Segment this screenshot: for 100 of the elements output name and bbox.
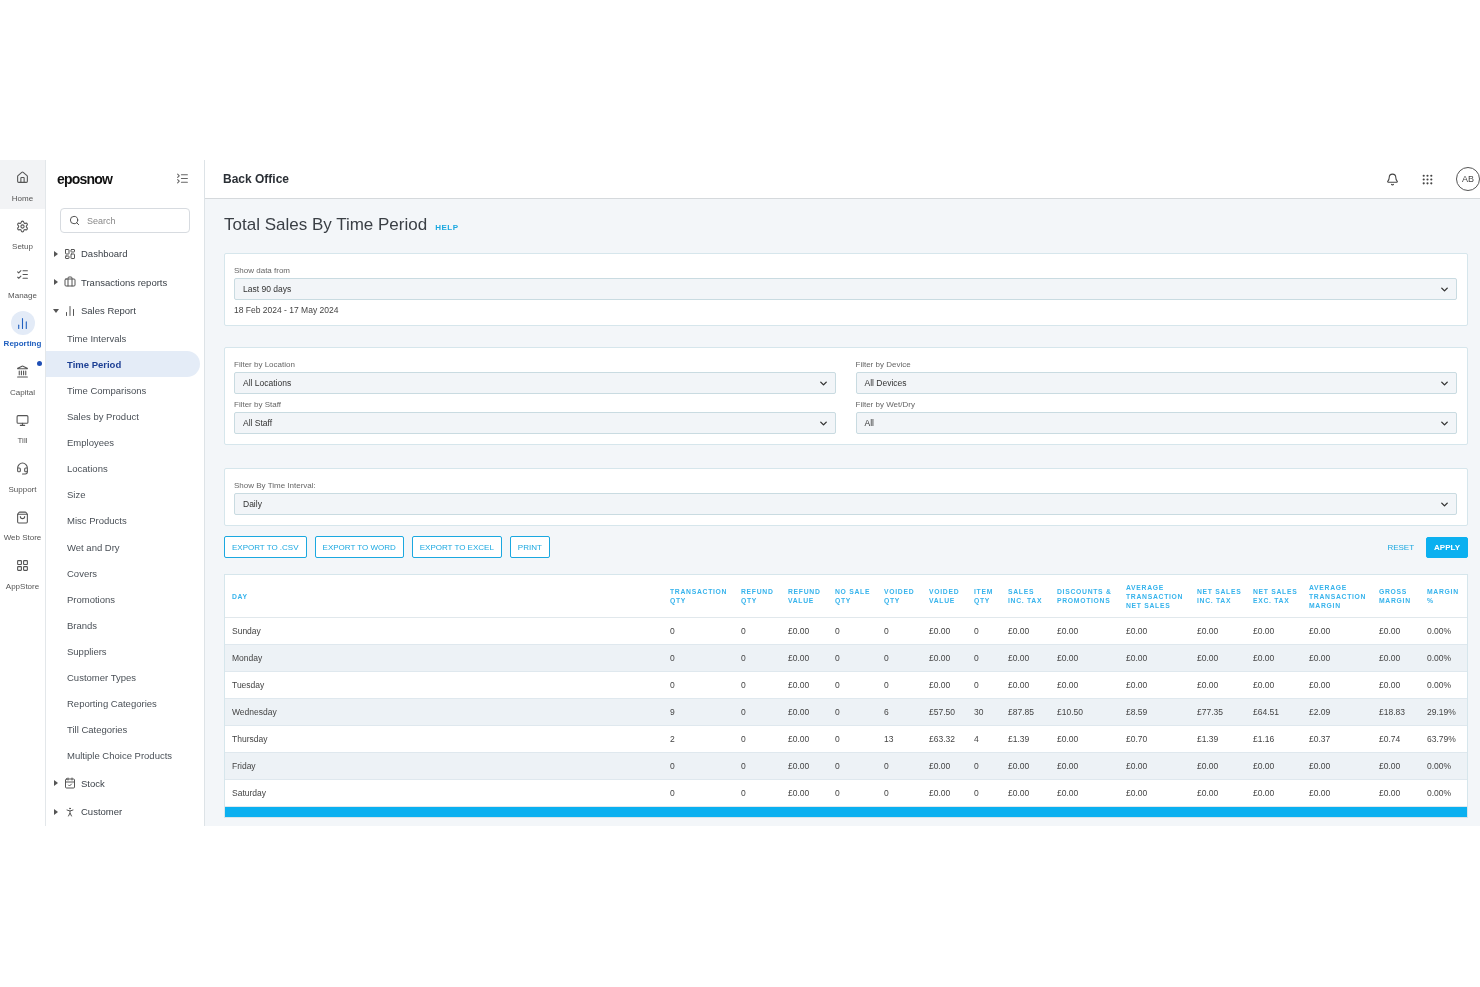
table-cell-text: £0.00 [1253, 653, 1276, 663]
dropdown-field[interactable]: All Devices [855, 372, 1457, 394]
sidebar-item[interactable]: Transactions reports [46, 268, 204, 297]
sidebar-subitem[interactable]: Sales by Product [46, 403, 200, 430]
table-cell-text: £0.00 [1008, 761, 1031, 771]
sidebar-subitem[interactable]: Covers [46, 560, 200, 587]
table-cell-text: Wednesday [232, 707, 278, 717]
table-cell-text: 0 [835, 734, 841, 744]
sidebar-subitem[interactable]: Multiple Choice Products [46, 742, 200, 769]
table-cell-text: £2.09 [1309, 707, 1332, 717]
table-cell-text: 0 [835, 761, 841, 771]
bell-icon[interactable] [1386, 172, 1399, 186]
sidebar-subitem[interactable]: Suppliers [46, 638, 200, 665]
table-cell-text: £10.50 [1057, 707, 1084, 717]
nav-rail-item[interactable]: AppStore [0, 548, 45, 597]
nav-rail-item[interactable]: Manage [0, 257, 45, 306]
sidebar-item[interactable]: Customer [46, 797, 204, 826]
sidebar-subitem[interactable]: Size [46, 481, 200, 508]
table-cell-text: 0.00% [1427, 788, 1453, 798]
sidebar-subitem[interactable]: Promotions [46, 586, 200, 613]
table-cell-text: 0 [884, 761, 890, 771]
table-cell-text: £0.00 [1126, 761, 1149, 771]
dropdown-field[interactable]: All [855, 412, 1457, 434]
table-cell-text: £1.16 [1253, 734, 1276, 744]
table-cell-text: 0 [670, 653, 676, 663]
sidebar-subitem[interactable]: Reporting Categories [46, 690, 200, 717]
table-cell-text: £0.00 [1057, 680, 1080, 690]
table-cell-text: £77.35 [1197, 707, 1224, 717]
sidebar-subitem[interactable]: Brands [46, 612, 200, 639]
sidebar-item-label: Dashboard [81, 248, 128, 260]
dropdown-field[interactable]: Last 90 days [234, 278, 1457, 300]
table-cell-text: £0.00 [788, 761, 811, 771]
table-cell-text: 0 [670, 626, 676, 636]
sidebar-item[interactable]: Stock [46, 769, 204, 798]
table-cell-text: £0.00 [788, 653, 811, 663]
table-cell-text: £0.00 [1309, 680, 1332, 690]
table-cell-text: £0.00 [1379, 680, 1402, 690]
nav-rail-item[interactable]: Capital [0, 354, 45, 403]
shopping-bag-icon [16, 510, 29, 524]
search-field[interactable]: Search [60, 208, 190, 234]
table-cell-text: 0 [835, 707, 841, 717]
field-label: Filter by Wet/Dry [855, 400, 916, 409]
collapse-menu-icon[interactable] [176, 172, 189, 186]
sidebar-item-label: Sales Report [81, 305, 136, 317]
person-icon [64, 805, 76, 818]
sidebar-item-label: Transactions reports [81, 276, 168, 288]
date-range-text: 18 Feb 2024 - 17 May 2024 [234, 305, 340, 315]
settings-icon [16, 219, 29, 233]
nav-rail-item[interactable]: Support [0, 451, 45, 500]
calendar-icon [64, 777, 76, 790]
table-cell-text: £0.00 [788, 734, 811, 744]
nav-rail-item[interactable]: Home [0, 160, 45, 209]
field-label: Filter by Staff [234, 400, 282, 409]
sidebar-subitem[interactable]: Misc Products [46, 507, 200, 534]
dropdown-field[interactable]: All Locations [234, 372, 836, 394]
table-cell-text: 6 [884, 707, 890, 717]
sidebar-subitem[interactable]: Time Intervals [46, 325, 200, 352]
table-cell-text: 0 [670, 788, 676, 798]
table-cell-text: 29.19% [1427, 707, 1457, 717]
nav-rail-item[interactable]: Till [0, 402, 45, 451]
table-cell-text: 0 [884, 680, 890, 690]
table-cell-text: £57.50 [929, 707, 956, 717]
nav-rail-item[interactable]: Web Store [0, 499, 45, 548]
table-cell-text: 0 [741, 707, 747, 717]
table-cell-text: 0 [670, 761, 676, 771]
sidebar-item[interactable]: Sales Report [46, 296, 204, 326]
table-cell-text: 0 [741, 680, 747, 690]
table-cell-text: £0.00 [929, 626, 952, 636]
sidebar-subitem[interactable]: Till Categories [46, 716, 200, 743]
sidebar-subitem[interactable]: Time Comparisons [46, 377, 200, 404]
nav-rail-item[interactable]: Reporting [0, 305, 45, 354]
dropdown-field[interactable]: All Staff [234, 412, 836, 434]
table-cell-text: £0.00 [1379, 626, 1402, 636]
sidebar-item-label: Customer [81, 806, 123, 818]
checklist-icon [16, 268, 29, 282]
table-cell-text: 0 [884, 626, 890, 636]
page-title: Total Sales By Time Period [224, 215, 428, 235]
sidebar-subitem[interactable]: Time Period [46, 351, 200, 378]
table-cell-text: £0.00 [1197, 626, 1220, 636]
sidebar-subitem[interactable]: Employees [46, 429, 200, 456]
table-cell-text: £0.00 [1008, 626, 1031, 636]
table-cell-text: Monday [232, 653, 264, 663]
table-cell-text: 0 [741, 761, 747, 771]
table-cell-text: 0 [741, 626, 747, 636]
sidebar-subitem[interactable]: Locations [46, 455, 200, 482]
table-cell-text: £63.32 [929, 734, 956, 744]
table-cell-text: 13 [884, 734, 895, 744]
table-cell-text: £0.00 [1379, 788, 1402, 798]
table-cell-text: Thursday [232, 734, 269, 744]
table-cell-text: Friday [232, 761, 257, 771]
sidebar-item[interactable]: Dashboard [46, 239, 204, 268]
apps-grid-icon[interactable] [1421, 172, 1434, 186]
sidebar-subitem[interactable]: Customer Types [46, 664, 200, 691]
sidebar-subitem[interactable]: Wet and Dry [46, 534, 200, 561]
table-cell-text: £0.00 [929, 680, 952, 690]
dropdown-field[interactable]: Daily [234, 493, 1457, 515]
table-cell-text: £1.39 [1008, 734, 1031, 744]
logo: eposnow [57, 170, 113, 187]
table-cell-text: £0.00 [1197, 788, 1220, 798]
nav-rail-item[interactable]: Setup [0, 208, 45, 257]
